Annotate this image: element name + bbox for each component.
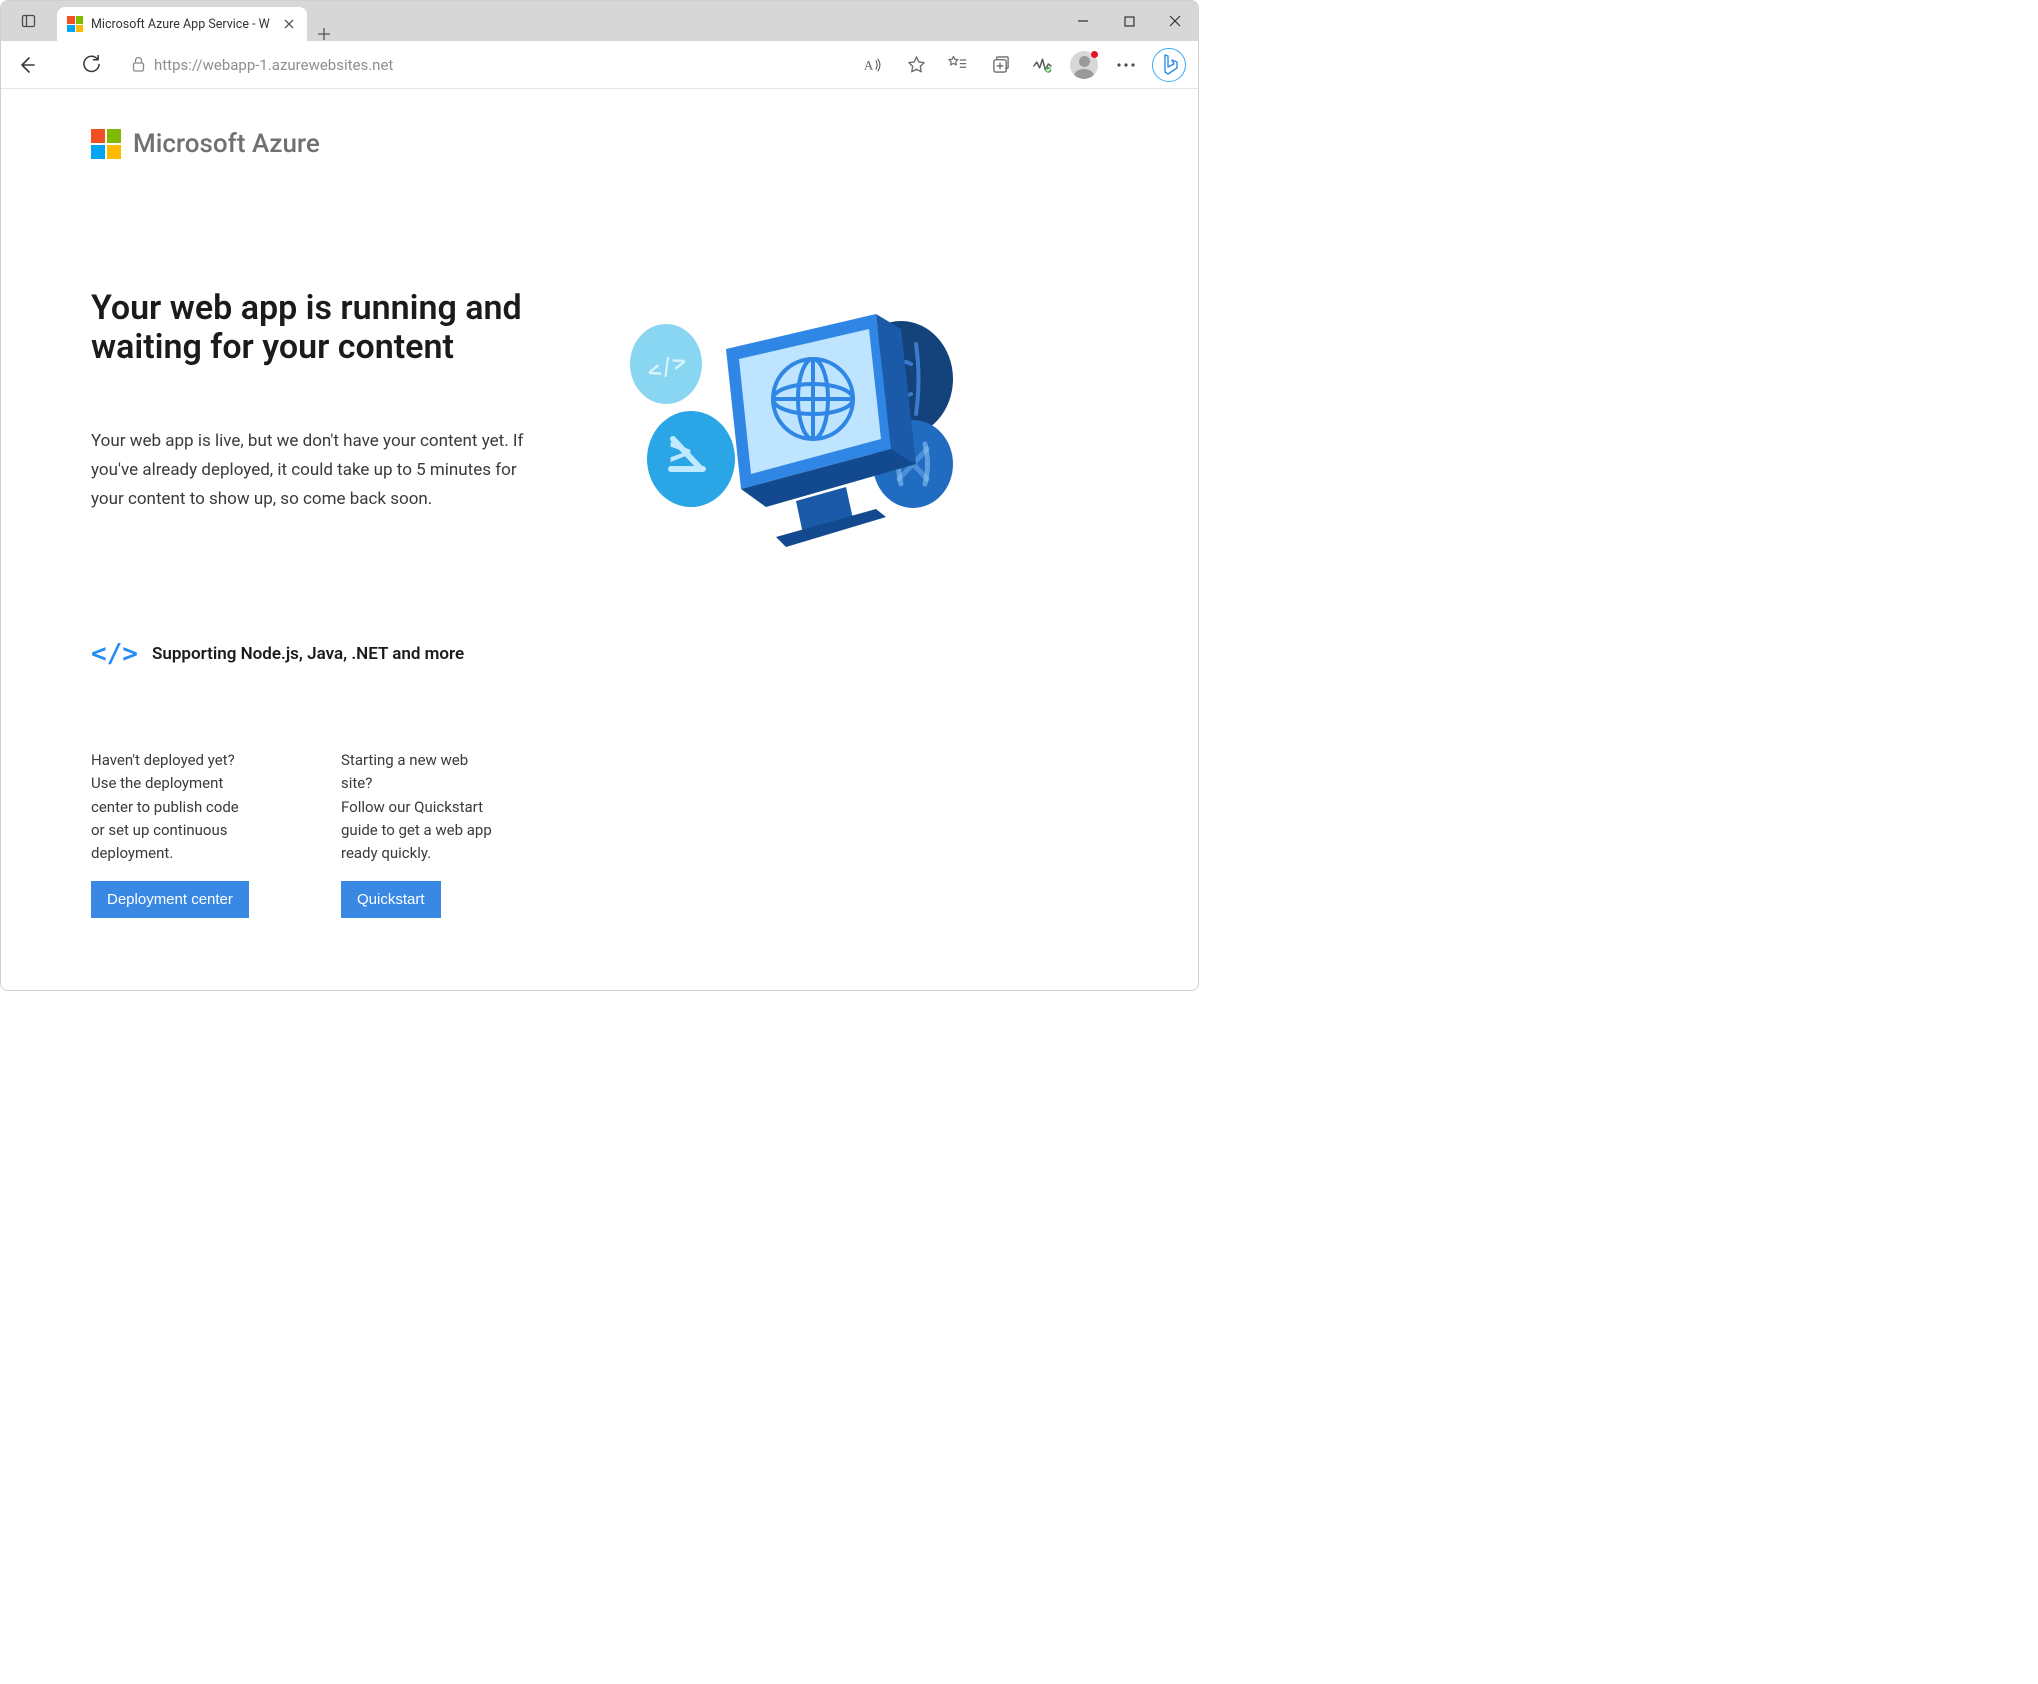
quickstart-button[interactable]: Quickstart (341, 881, 441, 918)
toolbar-right: A (854, 45, 1192, 85)
favorites-list-button[interactable] (938, 45, 978, 85)
tab-title: Microsoft Azure App Service - W (91, 17, 273, 32)
profile-button[interactable] (1064, 45, 1104, 85)
lock-icon (131, 56, 146, 73)
brand-name: Microsoft Azure (133, 129, 320, 159)
address-bar[interactable]: https://webapp-1.azurewebsites.net (121, 48, 844, 82)
read-aloud-button[interactable]: A (854, 45, 894, 85)
code-icon: </> (91, 639, 138, 669)
window-controls (1060, 1, 1198, 41)
toolbar: https://webapp-1.azurewebsites.net A (1, 41, 1198, 89)
more-button[interactable] (1106, 45, 1146, 85)
notification-dot-icon (1091, 51, 1098, 58)
new-tab-button[interactable] (307, 27, 341, 41)
favorite-button[interactable] (896, 45, 936, 85)
page-content: Microsoft Azure Your web app is running … (1, 89, 1198, 990)
hero-description: Your web app is live, but we don't have … (91, 427, 531, 514)
tab-actions-button[interactable] (9, 1, 49, 41)
spacer (49, 45, 69, 85)
deployment-center-button[interactable]: Deployment center (91, 881, 249, 918)
cards-row: Haven't deployed yet? Use the deployment… (91, 749, 1198, 918)
azure-logo-row: Microsoft Azure (91, 129, 1198, 159)
bing-chat-button[interactable] (1152, 48, 1186, 82)
svg-text:>: > (669, 429, 692, 473)
tab-favicon (67, 16, 83, 32)
performance-button[interactable] (1022, 45, 1062, 85)
tab-close-button[interactable] (281, 16, 297, 32)
supporting-row: </> Supporting Node.js, Java, .NET and m… (91, 639, 1198, 669)
close-window-button[interactable] (1152, 1, 1198, 41)
browser-tab[interactable]: Microsoft Azure App Service - W (57, 7, 307, 41)
card-quickstart: Starting a new web site? Follow our Quic… (341, 749, 501, 918)
maximize-button[interactable] (1106, 1, 1152, 41)
hero-illustration: </> > (591, 289, 991, 549)
collections-button[interactable] (980, 45, 1020, 85)
card-text: Starting a new web site? Follow our Quic… (341, 749, 501, 865)
back-button[interactable] (7, 45, 47, 85)
url-text: https://webapp-1.azurewebsites.net (154, 56, 393, 74)
hero-section: Your web app is running and waiting for … (91, 289, 1198, 549)
microsoft-logo-icon (91, 129, 121, 159)
hero-title: Your web app is running and waiting for … (91, 289, 531, 367)
minimize-button[interactable] (1060, 1, 1106, 41)
supporting-text: Supporting Node.js, Java, .NET and more (152, 644, 464, 664)
tab-strip: Microsoft Azure App Service - W (57, 1, 341, 41)
titlebar: Microsoft Azure App Service - W (1, 1, 1198, 41)
card-text: Haven't deployed yet? Use the deployment… (91, 749, 251, 865)
browser-window: Microsoft Azure App Service - W (0, 0, 1199, 991)
card-deployment: Haven't deployed yet? Use the deployment… (91, 749, 251, 918)
refresh-button[interactable] (71, 45, 111, 85)
svg-text:A: A (864, 58, 874, 72)
